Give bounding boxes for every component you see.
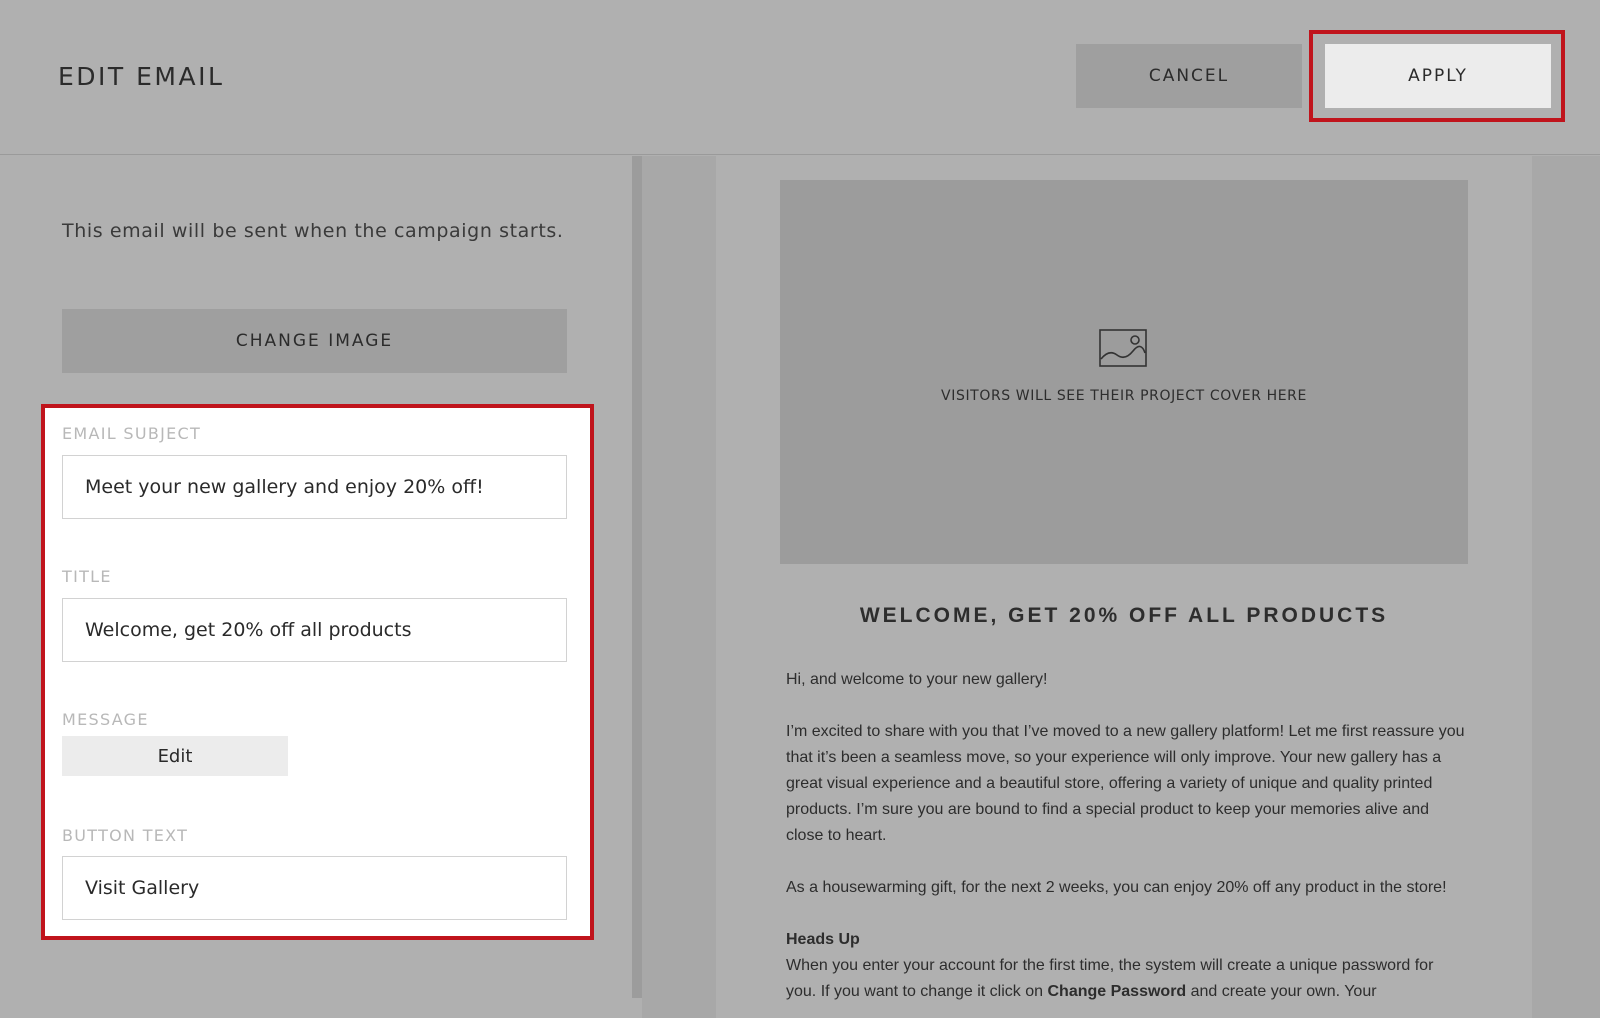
title-input[interactable]: [62, 598, 567, 662]
email-subject-label: EMAIL SUBJECT: [62, 424, 202, 443]
cancel-button[interactable]: CANCEL: [1076, 44, 1302, 108]
email-title: WELCOME, GET 20% OFF ALL PRODUCTS: [859, 604, 1389, 627]
intro-text: This email will be sent when the campaig…: [62, 220, 564, 242]
heads-up-text: When you enter your account for the firs…: [786, 953, 1466, 1005]
email-body: Hi, and welcome to your new gallery! I’m…: [786, 667, 1466, 1018]
message-label: MESSAGE: [62, 710, 149, 729]
button-text-input[interactable]: [62, 856, 567, 920]
settings-panel-scrollbar[interactable]: [632, 156, 642, 998]
project-cover-placeholder: [780, 180, 1468, 564]
edit-message-button[interactable]: Edit: [62, 736, 288, 776]
heads-up-text-end: and create your own. Your: [1186, 983, 1377, 1000]
change-image-button[interactable]: CHANGE IMAGE: [62, 309, 567, 373]
page-title: EDIT EMAIL: [58, 62, 225, 91]
change-password-link-text: Change Password: [1047, 983, 1187, 1000]
cover-caption: VISITORS WILL SEE THEIR PROJECT COVER HE…: [941, 388, 1307, 404]
button-text-label: BUTTON TEXT: [62, 826, 189, 845]
email-paragraph-2: As a housewarming gift, for the next 2 w…: [786, 879, 1447, 896]
email-subject-input[interactable]: [62, 455, 567, 519]
heads-up-heading: Heads Up: [786, 931, 860, 948]
email-paragraph-1: I’m excited to share with you that I’ve …: [786, 723, 1465, 844]
header: EDIT EMAIL CANCEL APPLY: [0, 0, 1600, 155]
image-icon: [1099, 329, 1147, 367]
apply-button[interactable]: APPLY: [1325, 44, 1551, 108]
email-greeting: Hi, and welcome to your new gallery!: [786, 671, 1048, 688]
title-label: TITLE: [62, 567, 112, 586]
